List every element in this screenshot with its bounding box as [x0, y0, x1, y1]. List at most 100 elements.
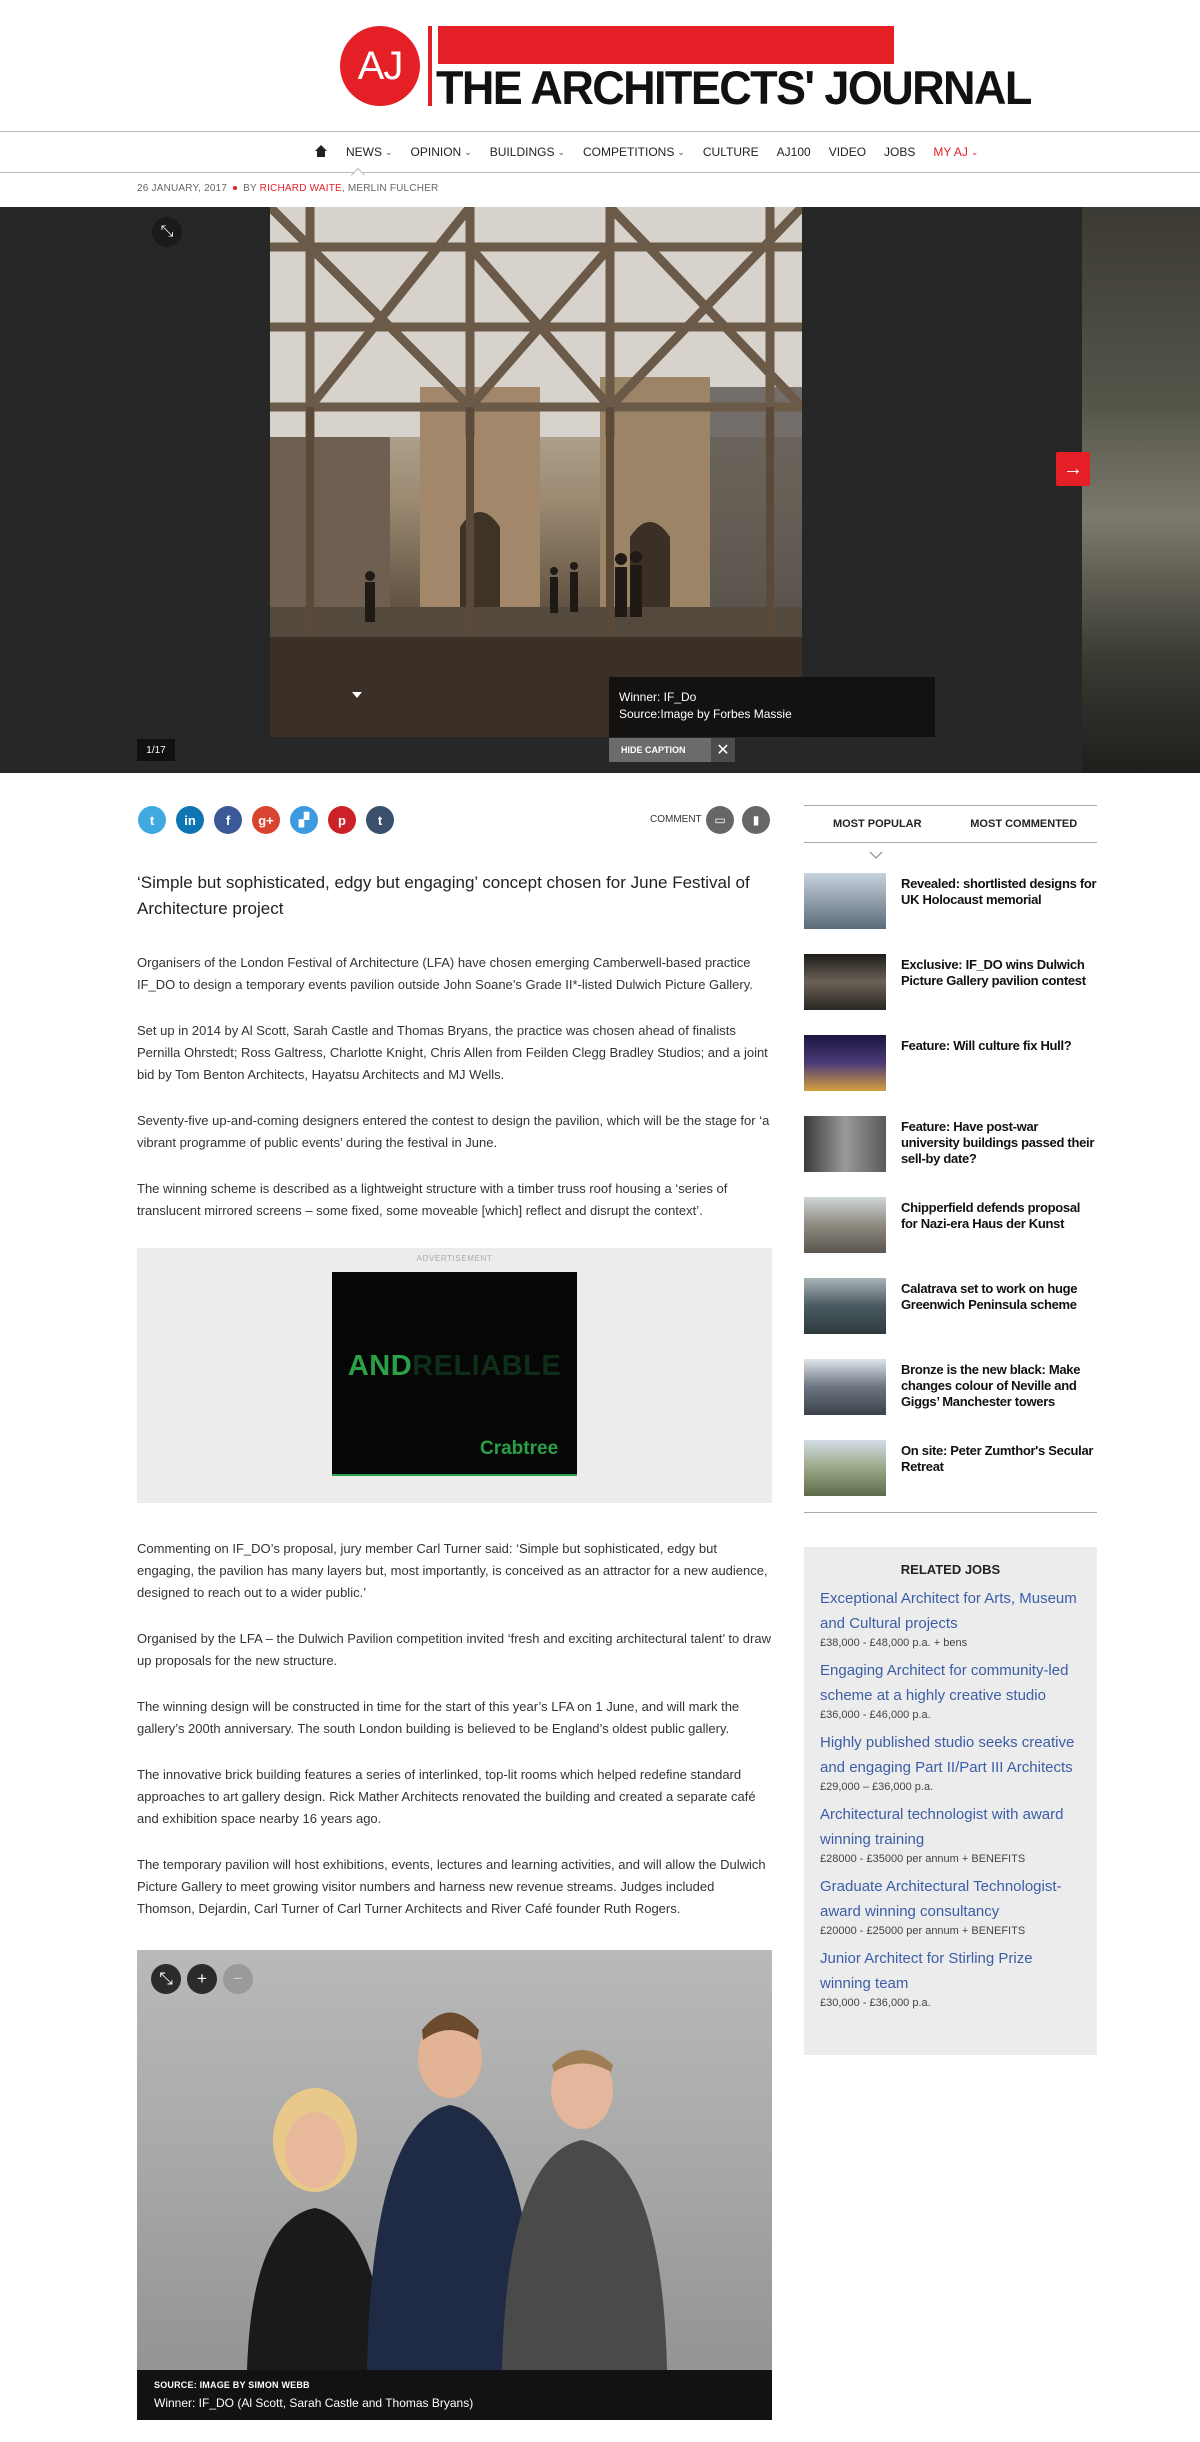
linkedin-icon[interactable]: in	[176, 806, 204, 834]
aj-logo[interactable]: AJ	[340, 26, 420, 106]
nav-label: JOBS	[884, 145, 916, 159]
comment-label[interactable]: COMMENT	[650, 814, 702, 825]
twitter-icon[interactable]: t	[138, 806, 166, 834]
job-listing[interactable]: Junior Architect for Stirling Prize winn…	[820, 1946, 1081, 2010]
job-listing[interactable]: Exceptional Architect for Arts, Museum a…	[820, 1586, 1081, 1650]
list-item[interactable]: On site: Peter Zumthor's Secular Retreat	[804, 1440, 1097, 1496]
pinterest-icon[interactable]: p	[328, 806, 356, 834]
home-icon	[314, 145, 328, 159]
expand-icon[interactable]: ⤡	[151, 1964, 181, 1994]
nav-label: NEWS	[346, 145, 382, 159]
zoom-out-icon[interactable]: −	[223, 1964, 253, 1994]
delicious-icon[interactable]: ▞	[290, 806, 318, 834]
nav-opinion[interactable]: OPINION ⌄	[402, 145, 481, 159]
author-link[interactable]: RICHARD WAITE	[260, 183, 342, 194]
logo-bar	[438, 26, 894, 64]
list-item[interactable]: Revealed: shortlisted designs for UK Hol…	[804, 873, 1097, 929]
job-listing[interactable]: Graduate Architectural Technologist- awa…	[820, 1874, 1081, 1938]
zoom-in-icon[interactable]: +	[187, 1964, 217, 1994]
article-thumbnail[interactable]	[804, 954, 886, 1010]
gallery-image[interactable]	[270, 207, 802, 737]
article-standfirst: ‘Simple but sophisticated, edgy but enga…	[137, 873, 750, 918]
bullet	[233, 185, 238, 190]
list-item[interactable]: Chipperfield defends proposal for Nazi-e…	[804, 1197, 1097, 1253]
by-label: BY	[243, 183, 257, 194]
popular-article-title[interactable]: Feature: Have post-war university buildi…	[901, 1119, 1097, 1167]
job-title-link[interactable]: Architectural technologist with award wi…	[820, 1802, 1081, 1852]
facebook-icon[interactable]: f	[214, 806, 242, 834]
nav-news[interactable]: NEWS ⌄	[337, 145, 402, 159]
article-thumbnail[interactable]	[804, 1116, 886, 1172]
article-photo[interactable]: ⤡ + − SOURCE: IMAGE BY SIMON WEBB Winner…	[137, 1950, 772, 2420]
nav-label: AJ100	[776, 145, 811, 159]
chevron-down-icon: ⌄	[385, 146, 393, 157]
popular-article-title[interactable]: Revealed: shortlisted designs for UK Hol…	[901, 876, 1097, 908]
article-thumbnail[interactable]	[804, 1035, 886, 1091]
article-thumbnail[interactable]	[804, 1359, 886, 1415]
chevron-down-icon: ⌄	[464, 146, 472, 157]
job-title-link[interactable]: Engaging Architect for community-led sch…	[820, 1658, 1081, 1708]
comment-icon[interactable]: ▭	[706, 806, 734, 834]
nav-aj100[interactable]: AJ100	[768, 145, 820, 159]
article-thumbnail[interactable]	[804, 1197, 886, 1253]
chevron-down-icon: ⌄	[557, 146, 565, 157]
bookmark-icon[interactable]: ▮	[742, 806, 770, 834]
nav-video[interactable]: VIDEO	[820, 145, 875, 159]
tab-most-commented[interactable]: MOST COMMENTED	[951, 806, 1098, 842]
image-gallery[interactable]: ⤡ → 1/17 Winner: IF_Do Source:Image by F…	[0, 207, 1200, 773]
next-arrow-icon[interactable]: →	[1056, 452, 1090, 486]
tab-most-popular[interactable]: MOST POPULAR	[804, 806, 951, 842]
site-title[interactable]: THE ARCHITECTS' JOURNAL	[436, 61, 1032, 116]
expand-icon[interactable]: ⤡	[152, 217, 182, 247]
popular-article-title[interactable]: Exclusive: IF_DO wins Dulwich Picture Ga…	[901, 957, 1097, 989]
article-thumbnail[interactable]	[804, 873, 886, 929]
job-title-link[interactable]: Highly published studio seeks creative a…	[820, 1730, 1081, 1780]
popular-article-title[interactable]: Calatrava set to work on huge Greenwich …	[901, 1281, 1097, 1313]
popular-article-title[interactable]: Chipperfield defends proposal for Nazi-e…	[901, 1200, 1097, 1232]
related-jobs: RELATED JOBS Exceptional Architect for A…	[804, 1547, 1097, 2055]
job-listing[interactable]: Architectural technologist with award wi…	[820, 1802, 1081, 1866]
job-title-link[interactable]: Graduate Architectural Technologist- awa…	[820, 1874, 1081, 1924]
author-link[interactable]: MERLIN FULCHER	[348, 183, 439, 194]
nav-buildings[interactable]: BUILDINGS ⌄	[481, 145, 574, 159]
list-item[interactable]: Feature: Will culture fix Hull?	[804, 1035, 1097, 1091]
job-listing[interactable]: Engaging Architect for community-led sch…	[820, 1658, 1081, 1722]
next-gallery-image-preview[interactable]	[1082, 207, 1200, 773]
popular-article-title[interactable]: On site: Peter Zumthor's Secular Retreat	[901, 1443, 1097, 1475]
article-thumbnail[interactable]	[804, 1278, 886, 1334]
masthead: AJ THE ARCHITECTS' JOURNAL	[0, 0, 1200, 132]
job-title-link[interactable]: Junior Architect for Stirling Prize winn…	[820, 1946, 1081, 1996]
job-salary: £29,000 – £36,000 p.a.	[820, 1781, 934, 1793]
nav-culture[interactable]: CULTURE	[694, 145, 768, 159]
article-paragraph: The innovative brick building features a…	[137, 1767, 756, 1826]
ad-headline-bright: AND	[347, 1350, 413, 1382]
list-item[interactable]: Calatrava set to work on huge Greenwich …	[804, 1278, 1097, 1334]
article-paragraph: Seventy-five up-and-coming designers ent…	[137, 1113, 770, 1150]
hide-caption-button[interactable]: HIDE CAPTION	[609, 738, 711, 762]
list-item[interactable]: Feature: Have post-war university buildi…	[804, 1116, 1097, 1172]
article-thumbnail[interactable]	[804, 1440, 886, 1496]
popular-article-title[interactable]: Feature: Will culture fix Hull?	[901, 1038, 1097, 1054]
ad-headline-dim: RELIABLE	[412, 1350, 562, 1382]
list-item[interactable]: Exclusive: IF_DO wins Dulwich Picture Ga…	[804, 954, 1097, 1010]
nav-competitions[interactable]: COMPETITIONS ⌄	[574, 145, 694, 159]
tumblr-icon[interactable]: t	[366, 806, 394, 834]
nav-jobs[interactable]: JOBS	[875, 145, 924, 159]
list-item[interactable]: Bronze is the new black: Make changes co…	[804, 1359, 1097, 1415]
googleplus-icon[interactable]: g+	[252, 806, 280, 834]
nav-label: MY AJ	[933, 145, 968, 159]
publish-date: 26 JANUARY, 2017	[137, 183, 228, 194]
caption-source: Source:Image by Forbes Massie	[619, 707, 792, 721]
job-listing[interactable]: Highly published studio seeks creative a…	[820, 1730, 1081, 1794]
job-salary: £28000 - £35000 per annum + BENEFITS	[820, 1853, 1026, 1865]
nav-home[interactable]	[305, 145, 337, 159]
nav-my-aj[interactable]: MY AJ ⌄	[924, 145, 987, 159]
job-title-link[interactable]: Exceptional Architect for Arts, Museum a…	[820, 1586, 1081, 1636]
gallery-counter: 1/17	[137, 739, 175, 761]
close-icon[interactable]: ✕	[711, 738, 735, 762]
popular-tabs: MOST POPULAR MOST COMMENTED	[804, 805, 1097, 843]
popular-article-title[interactable]: Bronze is the new black: Make changes co…	[901, 1362, 1097, 1410]
article-paragraph: Organisers of the London Festival of Arc…	[137, 955, 753, 992]
job-salary: £38,000 - £48,000 p.a. + bens	[820, 1637, 968, 1649]
ad-creative[interactable]: ANDRELIABLE Crabtree	[332, 1272, 577, 1476]
